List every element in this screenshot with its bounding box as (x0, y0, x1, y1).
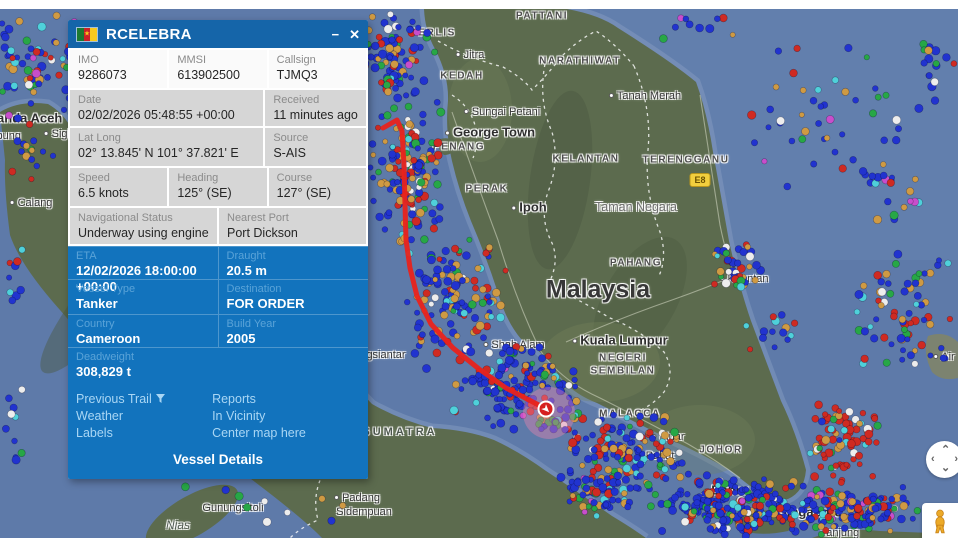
vessel-details-button[interactable]: Vessel Details (68, 440, 368, 479)
pan-right-icon[interactable]: › (954, 454, 958, 465)
app-window: PATTANIPERLISJitraKEDAHNARATHIWATTanah M… (0, 0, 958, 538)
reports-link[interactable]: Reports (212, 392, 360, 406)
pan-down-icon[interactable]: ⌄ (941, 463, 950, 474)
in-vicinity-link[interactable]: In Vicinity (212, 409, 360, 423)
pegman-icon (929, 507, 951, 535)
field-received: Received11 minutes ago (265, 90, 366, 126)
top-margin (0, 0, 958, 9)
field-latlong: Lat Long02° 13.845' N 101° 37.821' E (70, 128, 263, 166)
field-destination: DestinationFOR ORDER (218, 279, 369, 314)
pan-left-icon[interactable]: ‹ (931, 454, 935, 465)
field-vessel-type: Vessel TypeTanker (68, 279, 218, 314)
pegman-control[interactable] (922, 503, 958, 538)
minimize-button[interactable]: − (332, 28, 340, 41)
field-imo: IMO9286073 (70, 50, 167, 88)
field-build-year: Build Year2005 (218, 314, 369, 347)
road-badge-e8: E8 (689, 173, 710, 187)
popup-header: ★ RCELEBRA − ✕ (68, 20, 368, 48)
pan-control[interactable]: ⌃ ⌄ ‹ › (926, 441, 958, 478)
field-country: CountryCameroon (68, 314, 218, 347)
pan-up-icon[interactable]: ⌃ (941, 445, 950, 456)
weather-link[interactable]: Weather (76, 409, 208, 423)
field-nav-status: Navigational StatusUnderway using engine (70, 208, 217, 244)
field-eta: ETA12/02/2026 18:00:00 +00:00 (68, 246, 218, 279)
previous-trail-link[interactable]: Previous Trail (76, 392, 208, 406)
center-map-here-link[interactable]: Center map here (212, 426, 360, 440)
field-source: SourceS-AIS (265, 128, 366, 166)
field-date: Date02/02/2026 05:48:55 +00:00 (70, 90, 263, 126)
vessel-name-title: RCELEBRA (106, 26, 322, 43)
field-heading: Heading125° (SE) (169, 168, 266, 206)
field-mmsi: MMSI613902500 (169, 50, 266, 88)
field-callsign: CallsignTJMQ3 (269, 50, 366, 88)
field-deadweight: Deadweight308,829 t (68, 347, 368, 383)
filter-icon[interactable] (156, 394, 165, 403)
close-button[interactable]: ✕ (349, 28, 360, 41)
field-nearest-port: Nearest PortPort Dickson (219, 208, 366, 244)
cameroon-flag-icon: ★ (76, 27, 98, 42)
labels-link[interactable]: Labels (76, 426, 208, 440)
field-speed: Speed6.5 knots (70, 168, 167, 206)
field-course: Course127° (SE) (269, 168, 366, 206)
field-draught: Draught20.5 m (218, 246, 369, 279)
vessel-info-popup: ★ RCELEBRA − ✕ IMO9286073 MMSI613902500 … (68, 20, 368, 479)
